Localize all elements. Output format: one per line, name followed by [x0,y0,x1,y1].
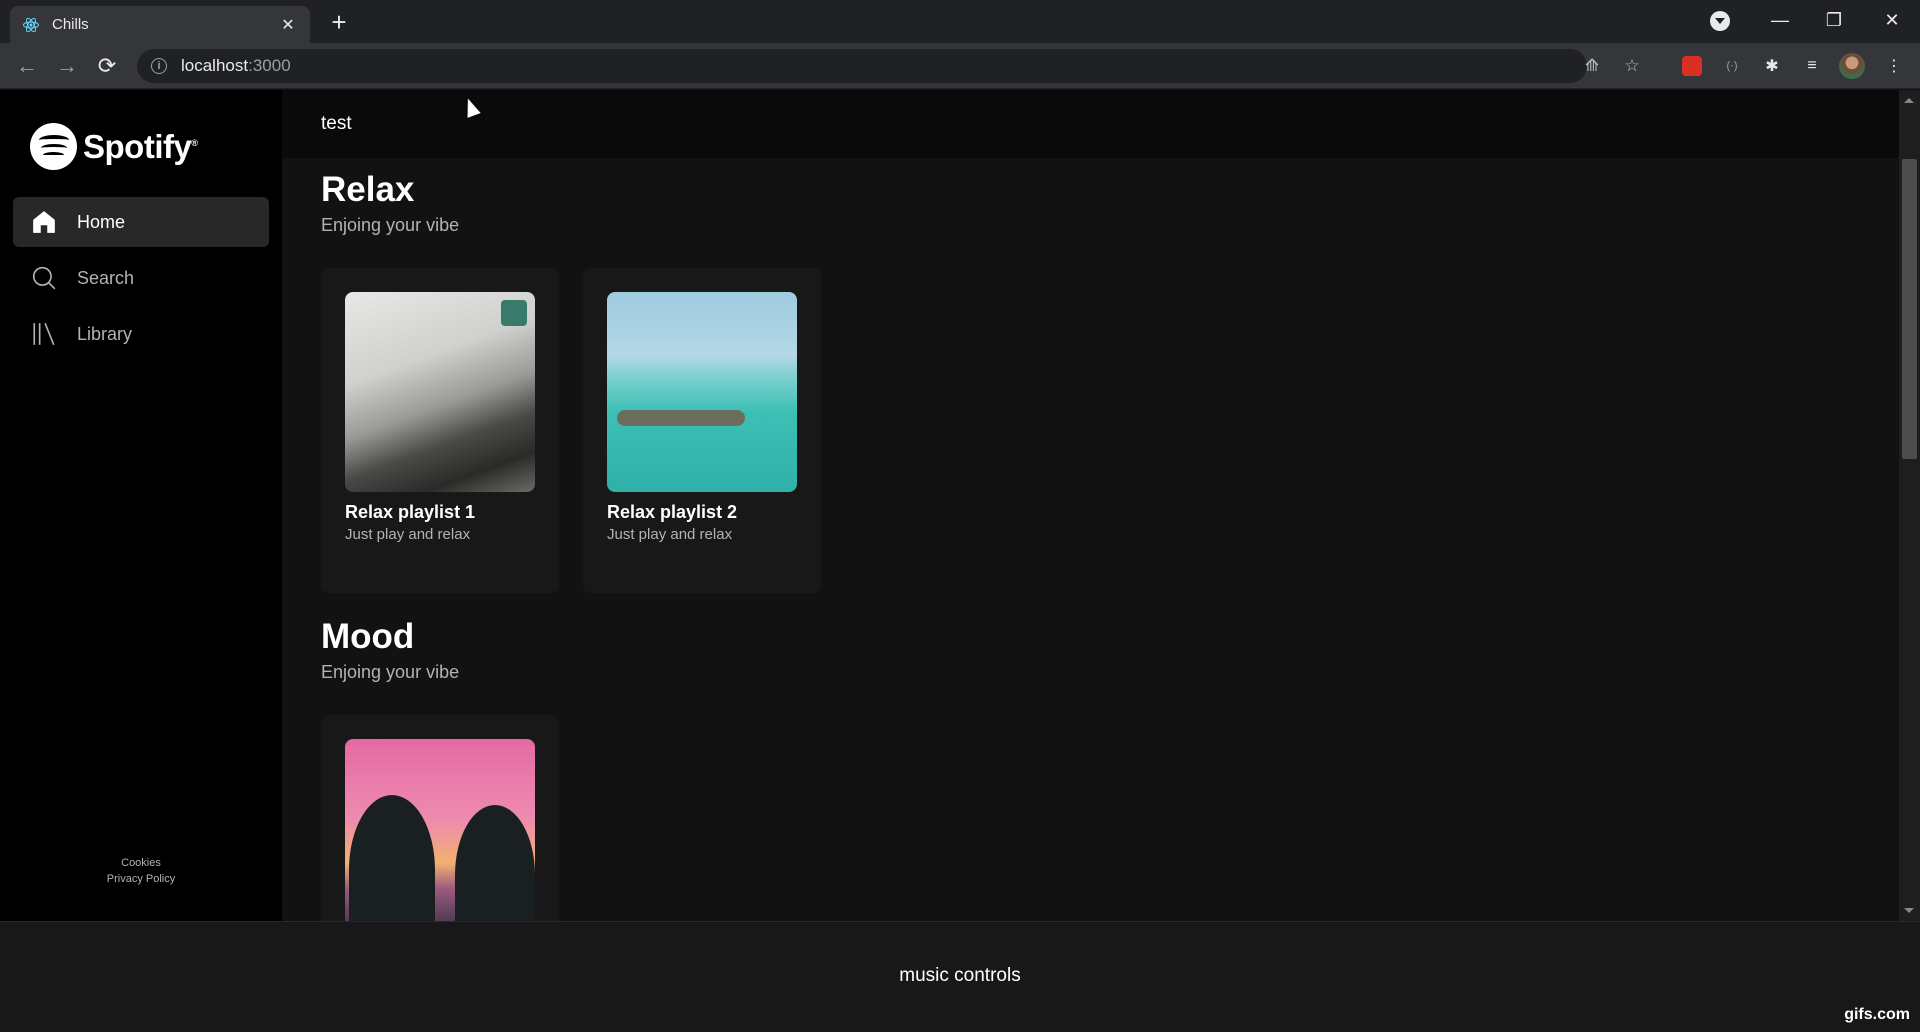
cookies-link[interactable]: Cookies [0,855,282,871]
close-icon[interactable]: ✕ [278,15,298,35]
sidebar-item-home[interactable]: Home [13,197,269,247]
scroll-thumb[interactable] [1902,159,1917,459]
watermark: gifs.com [1844,1006,1910,1023]
player-bar: music controls gifs.com [0,921,1920,1032]
playlist-cover-image [345,739,535,921]
extension-red-icon[interactable] [1676,50,1708,82]
url-text: localhost:3000 [181,56,291,76]
forward-button[interactable]: → [51,50,83,82]
playlist-card[interactable] [321,715,559,921]
minimize-button[interactable]: — [1752,0,1808,40]
info-icon[interactable]: i [151,58,167,74]
browser-tab[interactable]: Chills ✕ [10,6,310,43]
sidebar: Spotify® Home Search Library Cookies Pri… [0,90,282,921]
browser-toolbar: ← → ⟳ i localhost:3000 ⟰ ☆ (·) ✱ ≡ ⋮ [0,43,1920,89]
section-title: Mood [321,617,415,656]
home-icon [31,209,57,235]
main-content: test Relax Enjoing your vibe Relax playl… [282,90,1899,921]
extension-broadcast-icon[interactable]: (·) [1716,50,1748,82]
react-icon [22,16,40,34]
playlist-subtitle: Just play and relax [345,526,471,543]
sidebar-item-label: Search [77,267,135,288]
extensions-puzzle-icon[interactable]: ✱ [1756,50,1788,82]
restore-button[interactable]: ❐ [1806,0,1862,40]
playlist-card[interactable]: Relax playlist 1 Just play and relax [321,268,559,593]
browser-menu-icon[interactable]: ⋮ [1878,50,1910,82]
window-close-button[interactable]: ✕ [1864,0,1920,40]
section-subtitle: Enjoing your vibe [321,662,460,682]
spotify-icon [30,123,77,170]
search-icon [31,265,57,291]
section-title: Relax [321,170,415,209]
profile-avatar[interactable] [1836,50,1868,82]
logo-text: Spotify® [83,127,198,165]
scrollbar[interactable] [1899,90,1920,921]
playlist-subtitle: Just play and relax [607,526,733,543]
app: Spotify® Home Search Library Cookies Pri… [0,90,1920,921]
spotify-logo[interactable]: Spotify® [30,123,198,170]
topbar-text: test [321,113,352,134]
back-button[interactable]: ← [11,50,43,82]
bookmark-star-icon[interactable]: ☆ [1617,49,1647,83]
sidebar-item-label: Home [77,211,126,232]
media-control-icon[interactable] [1710,11,1730,31]
topbar: test [282,90,1899,158]
sidebar-item-label: Library [77,323,133,344]
scroll-down-arrow[interactable] [1904,908,1914,913]
scroll-up-arrow[interactable] [1904,98,1914,103]
reload-button[interactable]: ⟳ [91,50,123,82]
section-subtitle: Enjoing your vibe [321,215,460,235]
sidebar-item-search[interactable]: Search [13,253,269,303]
translate-icon[interactable]: ⟰ [1577,49,1607,83]
url-host: localhost [181,56,249,75]
playlist-title: Relax playlist 2 [607,502,738,522]
media-queue-icon[interactable]: ≡ [1796,50,1828,82]
browser-tabstrip: Chills ✕ + — ❐ ✕ [0,0,1920,43]
tab-title: Chills [52,16,89,33]
playlist-card[interactable]: Relax playlist 2 Just play and relax [583,268,821,593]
music-controls[interactable]: music controls [0,965,1920,987]
sidebar-item-library[interactable]: Library [13,309,269,359]
url-port: :3000 [248,56,291,75]
playlist-cover-image [345,292,535,492]
new-tab-button[interactable]: + [326,9,352,36]
playlist-cover-image [607,292,797,492]
privacy-policy-link[interactable]: Privacy Policy [0,871,282,887]
sidebar-footer: Cookies Privacy Policy [0,855,282,887]
address-bar[interactable]: i localhost:3000 ⟰ ☆ [137,49,1640,83]
playlist-title: Relax playlist 1 [345,502,476,522]
library-icon [31,321,57,347]
